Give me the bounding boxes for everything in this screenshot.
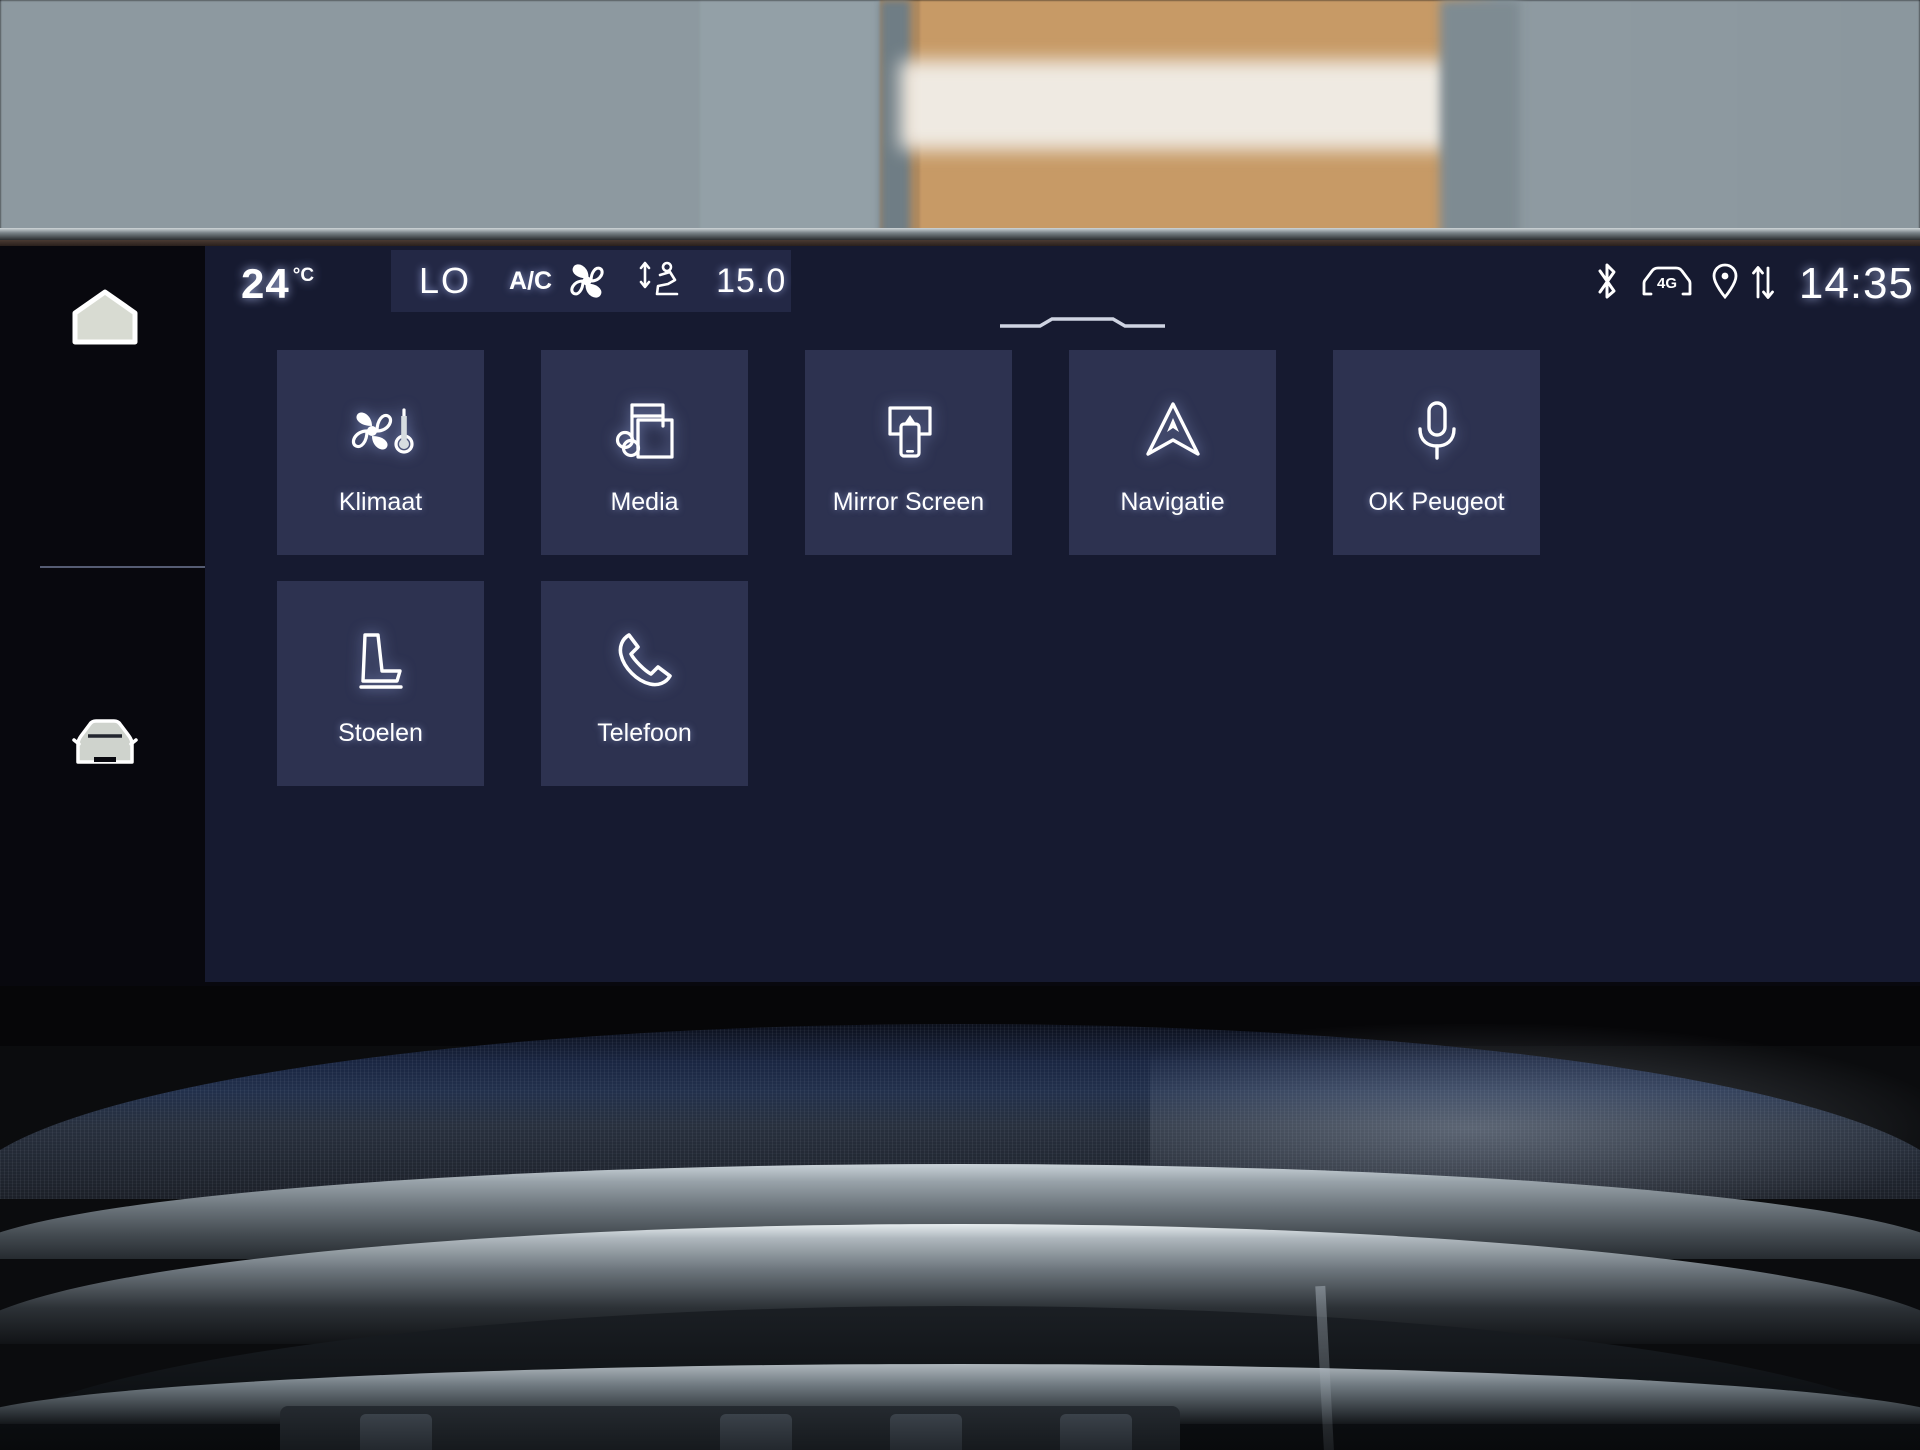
tile-telefoon[interactable]: Telefoon [541,581,748,786]
home-tile-grid: Klimaat Media Mirror Screen Navigatie OK… [277,350,1877,812]
dashboard-lower-trim [0,986,1920,1450]
media-note-folder-icon [606,392,684,470]
fan-icon[interactable] [564,258,610,304]
tile-label: Mirror Screen [832,488,985,516]
mirror-screen-icon [870,392,948,470]
clock: 14:35 [1798,259,1914,308]
tile-label: Telefoon [597,719,692,747]
tile-mirror-screen[interactable]: Mirror Screen [805,350,1012,555]
home-tile-row: Klimaat Media Mirror Screen Navigatie OK… [277,350,1877,555]
fan-level-label[interactable]: LO [419,260,471,302]
sidebar-item-vehicle[interactable] [62,701,148,787]
home-icon [70,288,140,351]
status-bar: 24 °C LO A/C 15.0 4G 14:35 [205,246,1920,328]
tile-klimaat[interactable]: Klimaat [277,350,484,555]
tile-label: Stoelen [338,719,423,747]
home-screen-panel: 24 °C LO A/C 15.0 4G 14:35 Klimaat Media… [205,246,1920,982]
sidebar-rail [0,246,205,986]
background-reflection-edge-right [1440,0,1520,248]
airflow-direction-icon[interactable] [636,258,690,304]
phone-handset-icon [606,623,684,701]
tile-label: Klimaat [338,488,423,516]
tile-label: Navigatie [1120,488,1225,516]
vehicle-icon [66,716,144,773]
sidebar-item-home[interactable] [62,276,148,362]
bluetooth-icon [1591,259,1623,310]
sidebar-divider [40,566,205,568]
home-tile-row: Stoelen Telefoon [277,581,1877,786]
vent-knob[interactable] [1060,1414,1132,1450]
tile-ok-peugeot[interactable]: OK Peugeot [1333,350,1540,555]
microphone-icon [1398,392,1476,470]
seat-icon [342,623,420,701]
background-reflection-highlight [900,60,1460,150]
outside-temperature-value: 24 [241,260,290,307]
vent-knob[interactable] [360,1414,432,1450]
status-icons: 4G 14:35 [1591,256,1920,312]
ac-label[interactable]: A/C [509,267,552,296]
vent-knob[interactable] [890,1414,962,1450]
screen-top-chrome-trim [0,228,1920,240]
pull-down-handle[interactable] [1000,316,1165,328]
set-temperature[interactable]: 15.0 [716,262,786,301]
tile-media[interactable]: Media [541,350,748,555]
climate-quick-chip[interactable]: LO A/C 15.0 [391,250,791,312]
temperature-unit: °C [292,265,315,286]
climate-fan-thermometer-icon [342,392,420,470]
navigation-arrow-icon [1134,392,1212,470]
tile-navigatie[interactable]: Navigatie [1069,350,1276,555]
data-transfer-icon [1749,261,1777,308]
tile-label: OK Peugeot [1368,488,1505,516]
connected-car-4g-icon: 4G [1639,261,1695,308]
touchscreen-display[interactable]: 24 °C LO A/C 15.0 4G 14:35 Klimaat Media… [0,246,1920,986]
vent-knob[interactable] [720,1414,792,1450]
infotainment-scene: 24 °C LO A/C 15.0 4G 14:35 Klimaat Media… [0,0,1920,1450]
svg-text:4G: 4G [1657,275,1677,292]
outside-temperature: 24 °C [241,260,314,308]
tile-stoelen[interactable]: Stoelen [277,581,484,786]
location-pin-icon [1711,261,1739,308]
tile-label: Media [610,488,679,516]
